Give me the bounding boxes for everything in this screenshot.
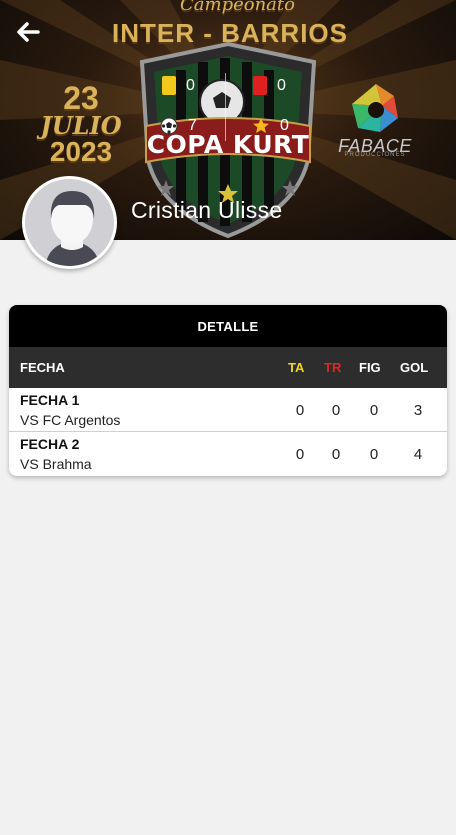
cell-ta: 0 [295,445,305,463]
red-card-icon [253,76,267,95]
cell-tr: 0 [331,445,341,463]
back-arrow-icon[interactable] [14,18,42,46]
column-header-ta: TA [288,360,305,375]
yellow-card-icon [162,76,176,95]
soccer-ball-icon [160,117,178,135]
column-header-tr: TR [324,360,342,375]
avatar-placeholder-icon [25,179,114,266]
column-header-fig: FIG [359,360,381,375]
detail-card: DETALLE FECHA TA TR FIG GOL FECHA 1 VS F… [9,305,447,476]
stat-red-value: 0 [277,76,286,94]
banner-date-year: 2023 [49,136,113,167]
stat-yellow-cards: 0 [162,76,195,95]
banner-date-month: JULIO [40,111,122,140]
stat-mvp-value: 0 [280,117,289,134]
table-header: FECHA TA TR FIG GOL [9,347,447,388]
column-header-gol: GOL [400,360,429,375]
row-rival: VS FC Argentos [20,412,121,428]
detail-title: DETALLE [9,305,447,347]
cell-tr: 0 [331,401,341,419]
cell-ta: 0 [295,401,305,419]
table-row[interactable]: FECHA 2 VS Brahma 0 0 0 4 [9,432,447,476]
column-header-fecha: FECHA [20,360,65,375]
row-rival: VS Brahma [20,456,92,472]
table-row[interactable]: FECHA 1 VS FC Argentos 0 0 0 3 [9,388,447,432]
stat-mvp: 0 [252,117,289,135]
stat-yellow-value: 0 [186,76,195,94]
banner-campeonato: Campeonato [180,0,295,15]
banner-date-day: 23 [63,80,99,116]
cell-fig: 0 [369,445,379,463]
stat-red-cards: 0 [253,76,286,95]
row-fecha: FECHA 1 [20,392,80,408]
star-icon [253,118,269,133]
cell-fig: 0 [369,401,379,419]
player-avatar [22,176,117,269]
player-name: Cristian Ulisse [131,197,283,223]
row-fecha: FECHA 2 [20,436,80,452]
banner-date: 23 JULIO 2023 [38,82,124,166]
cell-gol: 3 [413,401,423,419]
cell-gol: 4 [413,445,423,463]
stats-divider [225,73,226,141]
banner-sponsor-sub: PRODUCCIONES [344,152,406,158]
stat-goals-value: 7 [188,117,197,134]
stat-goals: 7 [160,117,197,135]
